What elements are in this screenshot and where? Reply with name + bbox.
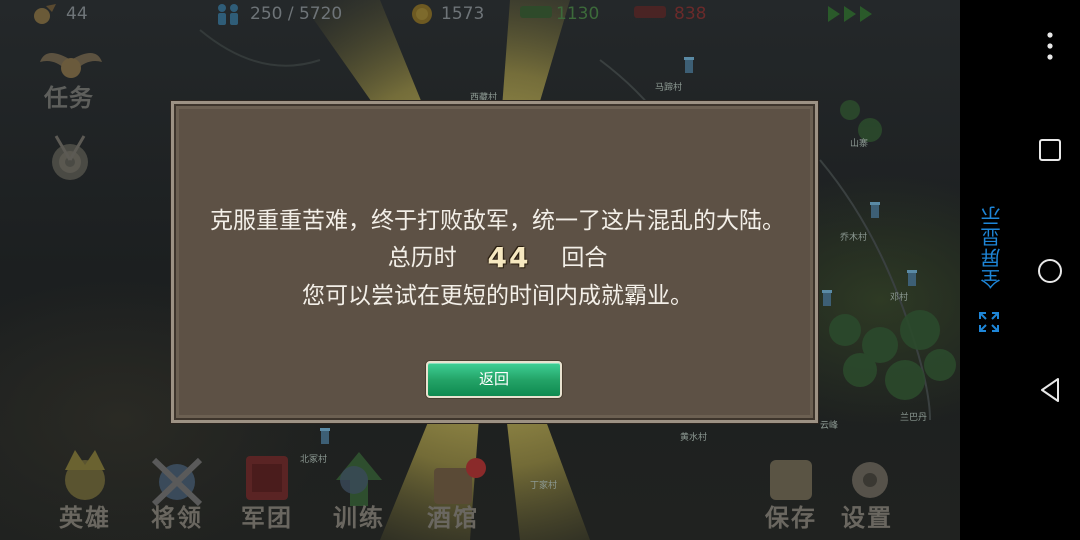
level-value: 44 xyxy=(66,4,88,24)
bottom-menu-label: 英雄 xyxy=(59,504,111,532)
map-location-label: 云峰 xyxy=(820,421,839,431)
turn-count-suffix: 回合 xyxy=(561,245,608,271)
retry-hint: 您可以尝试在更短的时间内成就霸业。 xyxy=(302,283,693,309)
map-location-label: 丁家村 xyxy=(530,481,558,491)
victory-message: 克服重重苦难，终于打败敌军，统一了这片混乱的大陆。 xyxy=(210,208,785,234)
bottom-menu-label: 军团 xyxy=(241,504,293,532)
bottom-menu-legion[interactable]: 军团 xyxy=(222,440,312,540)
more-options-icon[interactable] xyxy=(1044,30,1056,62)
green-resource-value: 1130 xyxy=(556,4,600,24)
map-tower-icon[interactable] xyxy=(868,200,882,220)
turn-count-prefix: 总历时 xyxy=(387,245,457,271)
bottom-menu-training[interactable]: 训练 xyxy=(314,440,404,540)
home-icon[interactable] xyxy=(1036,257,1064,285)
map-location-label: 马蹄村 xyxy=(655,83,683,93)
target-icon[interactable] xyxy=(46,132,94,184)
back-nav-icon[interactable] xyxy=(1038,376,1062,404)
population-value: 250 / 5720 xyxy=(250,4,343,24)
fullscreen-toggle[interactable]: 全屏显示 xyxy=(972,205,1008,335)
back-button[interactable]: 返回 xyxy=(426,361,562,398)
red-resource-value: 838 xyxy=(674,4,707,24)
victory-dialog: 克服重重苦难，终于打败敌军，统一了这片混乱的大陆。 总历时 44 回合 您可以尝… xyxy=(171,101,818,423)
map-location-label: 邓村 xyxy=(890,293,909,303)
map-location-label: 乔木村 xyxy=(840,233,868,243)
bottom-menu-tavern[interactable]: 酒馆 xyxy=(408,440,498,540)
turn-count-line: 总历时 44 回合 xyxy=(174,238,821,274)
level-icon xyxy=(34,4,56,24)
game-screen: 西藏村 马蹄村 乔木村 邓村 兰巴丹 云峰 山寨 北冢村 黄水村 丁家村 44 … xyxy=(0,0,960,540)
map-location-label: 黄水村 xyxy=(680,433,708,443)
food-icon xyxy=(520,6,552,18)
enemy-icon xyxy=(634,6,666,18)
bottom-menu-settings[interactable]: 设置 xyxy=(822,440,912,540)
bottom-menu-label: 酒馆 xyxy=(427,504,479,532)
recent-apps-icon[interactable] xyxy=(1038,138,1062,162)
expand-icon xyxy=(979,312,999,332)
fast-forward-icon[interactable] xyxy=(828,6,880,22)
bottom-menu-label: 训练 xyxy=(333,504,385,532)
bottom-menu-label: 设置 xyxy=(841,504,893,532)
bottom-menu-heroes[interactable]: 英雄 xyxy=(40,440,130,540)
turn-count-value: 44 xyxy=(487,241,531,274)
map-tower-icon[interactable] xyxy=(682,55,696,75)
quests-label[interactable]: 任务 xyxy=(44,78,94,113)
bottom-menu-generals[interactable]: 将领 xyxy=(132,440,222,540)
resource-bar: 44 250 / 5720 1573 1130 838 xyxy=(0,0,960,30)
bottom-menu-label: 将领 xyxy=(151,504,203,532)
population-icon xyxy=(218,4,238,25)
gold-coin-icon xyxy=(412,4,432,24)
gold-value: 1573 xyxy=(441,4,485,24)
map-location-label: 兰巴丹 xyxy=(900,413,928,423)
map-location-label: 山寨 xyxy=(850,139,869,149)
map-tower-icon[interactable] xyxy=(905,268,919,288)
map-tower-icon[interactable] xyxy=(820,288,834,308)
fullscreen-label: 全屏显示 xyxy=(980,205,1004,289)
